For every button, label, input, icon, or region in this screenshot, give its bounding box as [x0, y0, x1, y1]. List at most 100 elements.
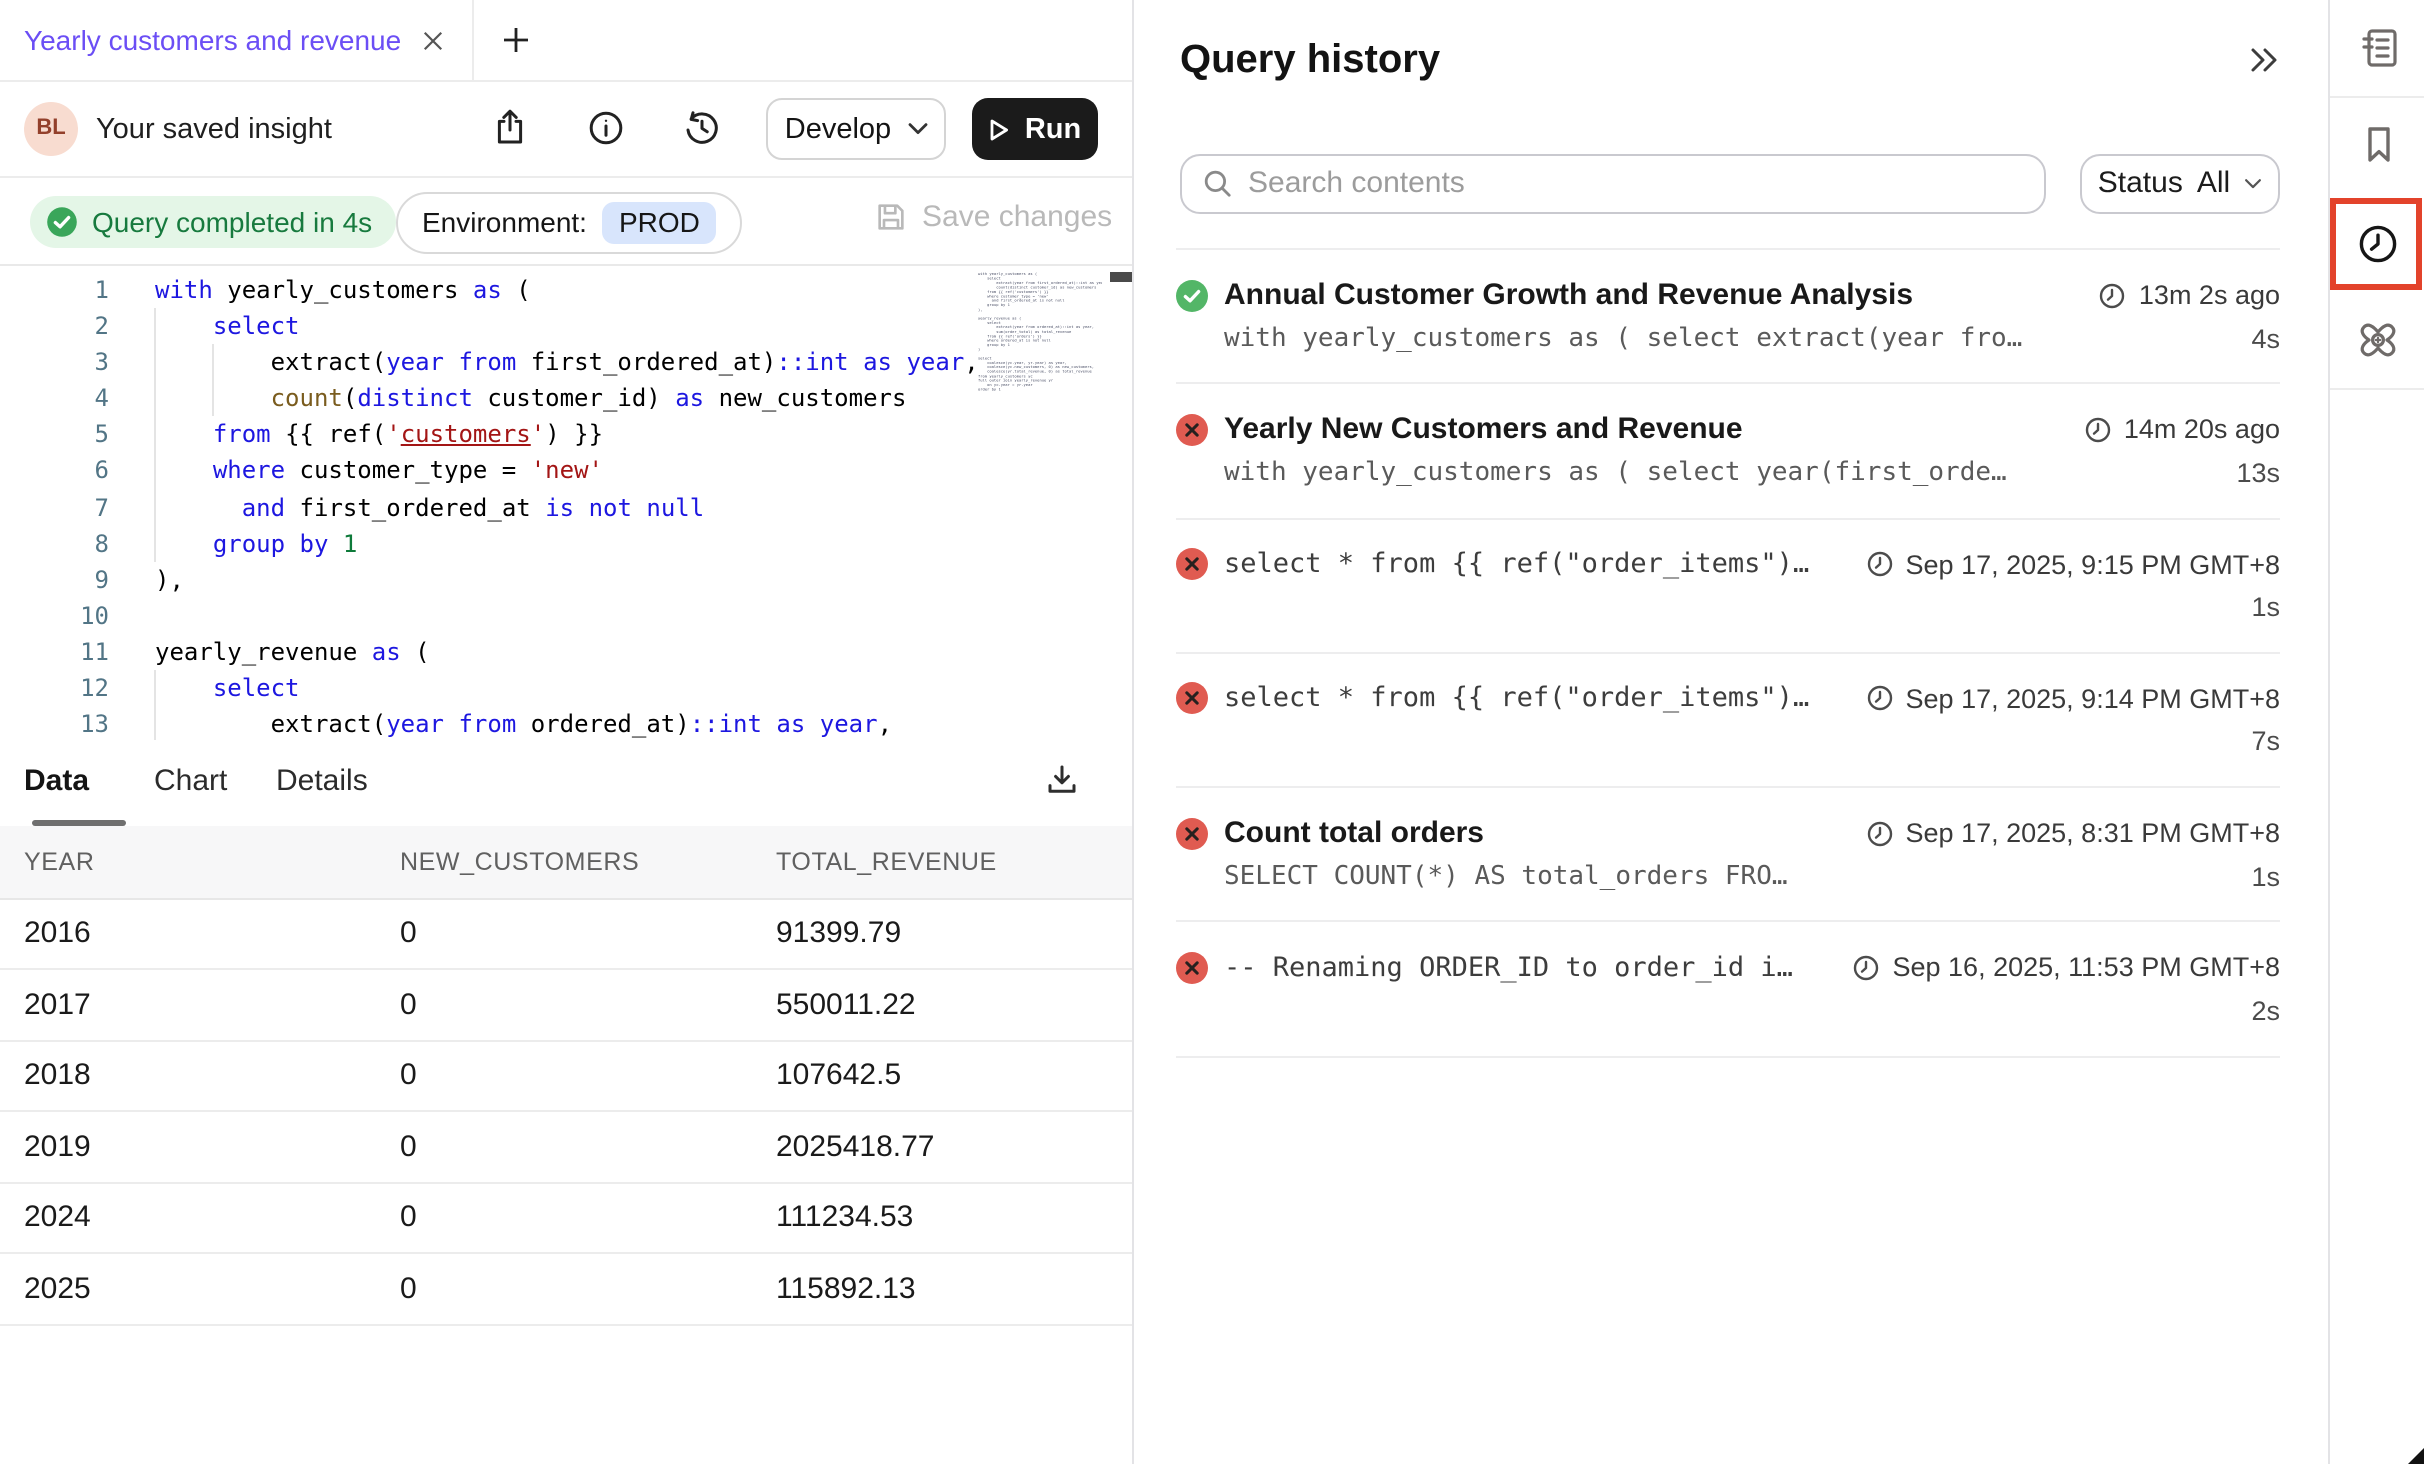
line-number: 12 — [0, 670, 109, 706]
history-item[interactable]: Annual Customer Growth and Revenue Analy… — [1176, 250, 2280, 385]
code-line: 11yearly_revenue as ( — [0, 634, 1131, 670]
table-cell: 107642.5 — [752, 1040, 1131, 1111]
table-cell: 2017 — [0, 969, 376, 1040]
rail-separator — [2330, 387, 2424, 389]
code-line: 12 select — [0, 670, 1131, 706]
history-item[interactable]: Count total ordersSep 17, 2025, 8:31 PM … — [1176, 788, 2280, 923]
code-lines: 1with yearly_customers as (2 select3 ext… — [0, 272, 1131, 740]
version-history-icon[interactable] — [682, 108, 722, 148]
error-icon — [1176, 817, 1208, 849]
status-filter-value: All — [2197, 167, 2230, 201]
notebook-icon[interactable] — [2353, 24, 2401, 72]
status-filter-dropdown[interactable]: Status All — [2080, 153, 2280, 214]
line-number: 13 — [0, 706, 109, 740]
search-input[interactable] — [1248, 167, 2024, 201]
environment-value-badge: PROD — [603, 201, 716, 243]
editor-pane: Yearly customers and revenue BL Your sav… — [0, 0, 1133, 1464]
history-item-time: Sep 17, 2025, 8:31 PM GMT+8 — [1906, 818, 2280, 848]
code-line: 1with yearly_customers as ( — [0, 272, 1131, 308]
line-number: 3 — [0, 344, 109, 380]
table-cell: 2016 — [0, 898, 376, 969]
minimap-code: with yearly_customers as ( select extrac… — [978, 271, 1101, 391]
history-item-duration: 13s — [2236, 458, 2280, 488]
run-label: Run — [1025, 113, 1081, 145]
line-number: 5 — [0, 417, 109, 453]
column-header: YEAR — [0, 826, 376, 898]
close-icon[interactable] — [421, 29, 443, 51]
plus-icon — [501, 26, 529, 54]
history-item-sql-preview: with yearly_customers as ( select extrac… — [1224, 323, 2022, 353]
insight-title: Your saved insight — [96, 82, 332, 176]
sql-editor[interactable]: 1with yearly_customers as (2 select3 ext… — [0, 265, 1131, 740]
history-item[interactable]: select * from {{ ref("order_items")…Sep … — [1176, 654, 2280, 789]
environment-selector[interactable]: Environment: PROD — [396, 191, 742, 253]
table-cell: 0 — [376, 1182, 752, 1253]
share-icon[interactable] — [490, 108, 530, 148]
table-cell: 2025 — [0, 1253, 376, 1324]
history-item-time: 13m 2s ago — [2139, 280, 2280, 310]
code-text: count(distinct customer_id) as new_custo… — [155, 381, 906, 417]
table-cell: 2025418.77 — [752, 1111, 1131, 1182]
lineage-icon[interactable] — [2353, 316, 2401, 364]
history-item-time: Sep 16, 2025, 11:53 PM GMT+8 — [1893, 953, 2281, 983]
run-button[interactable]: Run — [972, 98, 1098, 160]
table-cell: 2024 — [0, 1182, 376, 1253]
code-line: 8 group by 1 — [0, 525, 1131, 561]
avatar: BL — [24, 101, 78, 155]
save-changes-label: Save changes — [922, 200, 1112, 234]
code-line: 13 extract(year from ordered_at)::int as… — [0, 706, 1131, 740]
tab-yearly-customers[interactable]: Yearly customers and revenue — [0, 0, 473, 80]
results-tab-bar: Data Chart Details — [0, 740, 1131, 826]
clock-icon — [1866, 550, 1894, 578]
table-cell: 2018 — [0, 1040, 376, 1111]
code-line: 7 and first_ordered_at is not null — [0, 489, 1131, 525]
tab-chart-label: Chart — [154, 763, 227, 797]
tab-bar: Yearly customers and revenue — [0, 0, 1131, 82]
collapse-panel-icon[interactable] — [2247, 44, 2279, 76]
line-number: 1 — [0, 272, 109, 308]
line-number: 4 — [0, 381, 109, 417]
save-icon — [874, 200, 908, 234]
history-item-time: 14m 20s ago — [2124, 415, 2280, 445]
code-text: from {{ ref('customers') }} — [155, 417, 603, 453]
table-cell: 0 — [376, 1040, 752, 1111]
tab-details[interactable]: Details — [276, 740, 368, 820]
code-line: 6 where customer_type = 'new' — [0, 453, 1131, 489]
tab-details-label: Details — [276, 763, 368, 797]
history-item[interactable]: Yearly New Customers and Revenue14m 20s … — [1176, 385, 2280, 520]
success-icon — [1176, 279, 1208, 311]
table-row: 201902025418.77 — [0, 1111, 1131, 1182]
editor-minimap[interactable]: with yearly_customers as ( select extrac… — [978, 265, 1101, 739]
download-results-icon[interactable] — [1043, 762, 1079, 798]
query-status-text: Query completed in 4s — [92, 206, 372, 238]
develop-button[interactable]: Develop — [766, 98, 946, 160]
rail-separator — [2330, 95, 2424, 97]
column-header: TOTAL_REVENUE — [752, 826, 1131, 898]
save-changes-button[interactable]: Save changes — [874, 200, 1112, 234]
history-item-title: Annual Customer Growth and Revenue Analy… — [1224, 278, 1913, 312]
history-item-title: select * from {{ ref("order_items")… — [1224, 548, 1809, 580]
code-text: yearly_revenue as ( — [155, 634, 430, 670]
history-item-duration: 4s — [2251, 323, 2280, 353]
panel-title: Query history — [1180, 38, 1440, 84]
tab-data[interactable]: Data — [24, 740, 89, 820]
new-tab-button[interactable] — [473, 0, 557, 80]
history-item[interactable]: -- Renaming ORDER_ID to order_id i… Sep 1… — [1176, 923, 2280, 1058]
code-text: extract(year from first_ordered_at)::int… — [155, 344, 979, 380]
code-text: and first_ordered_at is not null — [155, 489, 704, 525]
play-icon — [989, 117, 1011, 141]
chevron-down-icon — [2244, 178, 2262, 190]
bookmark-icon[interactable] — [2353, 120, 2401, 168]
line-number: 7 — [0, 489, 109, 525]
history-item-time: Sep 17, 2025, 9:14 PM GMT+8 — [1906, 684, 2280, 714]
clock-icon — [1853, 954, 1881, 982]
history-item-title: -- Renaming ORDER_ID to order_id i… — [1224, 952, 1793, 984]
editor-scrollbar[interactable] — [1109, 272, 1131, 281]
clock-icon — [1866, 819, 1894, 847]
code-line: 4 count(distinct customer_id) as new_cus… — [0, 381, 1131, 417]
tab-chart[interactable]: Chart — [154, 740, 227, 820]
line-number: 10 — [0, 598, 109, 634]
info-icon[interactable] — [585, 108, 625, 148]
code-text: group by 1 — [155, 525, 357, 561]
history-item[interactable]: select * from {{ ref("order_items")…Sep … — [1176, 519, 2280, 654]
